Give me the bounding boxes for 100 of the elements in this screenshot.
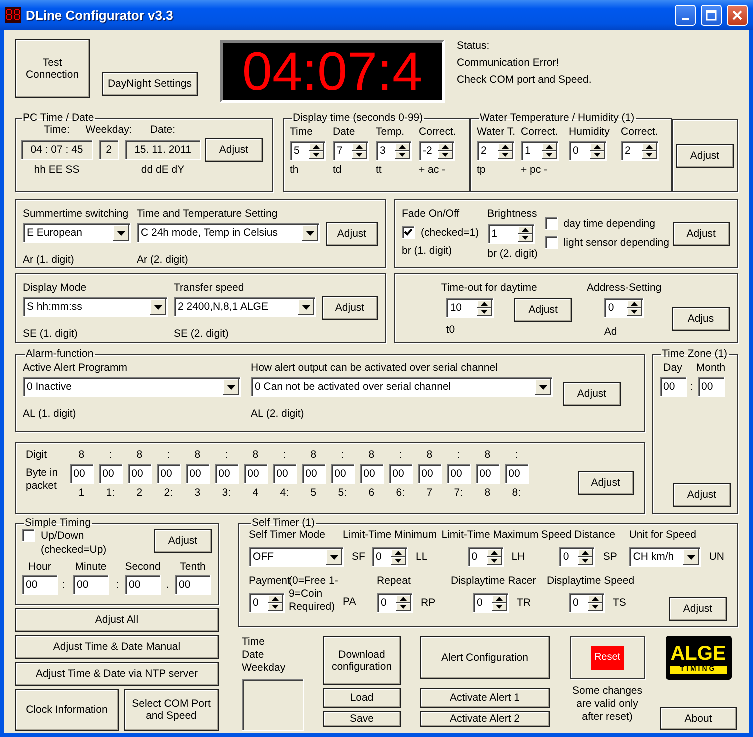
- byte-field[interactable]: 00: [302, 464, 326, 484]
- spin-field[interactable]: 1: [488, 224, 535, 244]
- month-field[interactable]: 00: [698, 377, 724, 397]
- spin-up-button[interactable]: [438, 143, 453, 151]
- spin-field[interactable]: 3: [376, 141, 412, 161]
- spin-field[interactable]: 0: [372, 547, 408, 567]
- dropdown[interactable]: 2 2400,N,8,1 ALGE: [174, 297, 316, 317]
- adjust-button[interactable]: Adjust: [514, 298, 572, 322]
- action-button[interactable]: Adjust Time & Date via NTP server: [15, 662, 219, 686]
- byte-field[interactable]: 00: [214, 464, 239, 484]
- day-field[interactable]: 00: [660, 377, 686, 397]
- byte-field[interactable]: 00: [446, 464, 471, 484]
- test-connection-button[interactable]: Test Connection: [15, 39, 90, 98]
- spin-field[interactable]: 0: [249, 593, 285, 613]
- spin-down-button[interactable]: [578, 557, 594, 565]
- spin-field[interactable]: 2: [621, 141, 659, 161]
- checkbox[interactable]: [544, 236, 558, 249]
- spin-up-button[interactable]: [578, 549, 594, 557]
- byte-field[interactable]: 00: [186, 464, 210, 484]
- spin-field[interactable]: 7: [333, 141, 369, 161]
- time-field[interactable]: 00: [125, 575, 161, 595]
- adjust-button[interactable]: Adjust: [154, 529, 212, 553]
- spin-down-button[interactable]: [542, 151, 557, 159]
- spin-up-button[interactable]: [518, 226, 533, 234]
- spin-down-button[interactable]: [396, 603, 411, 611]
- spin-up-button[interactable]: [492, 595, 507, 603]
- spin-up-button[interactable]: [391, 549, 406, 557]
- byte-field[interactable]: 00: [98, 464, 123, 484]
- adjust-button[interactable]: Adjust: [673, 483, 731, 507]
- spin-up-button[interactable]: [588, 595, 603, 603]
- byte-field[interactable]: 00: [128, 464, 152, 484]
- spin-up-button[interactable]: [627, 300, 642, 308]
- spin-field[interactable]: 0: [377, 593, 413, 613]
- checkbox[interactable]: [402, 226, 415, 239]
- spin-up-button[interactable]: [642, 143, 657, 151]
- byte-field[interactable]: 00: [418, 464, 442, 484]
- spin-field[interactable]: 0: [569, 141, 607, 161]
- time-field[interactable]: 00: [22, 575, 58, 595]
- spin-down-button[interactable]: [627, 308, 642, 316]
- spin-down-button[interactable]: [642, 151, 657, 159]
- byte-field[interactable]: 00: [70, 464, 94, 484]
- adjust-button[interactable]: Adjust: [669, 597, 727, 621]
- activate-alert-button[interactable]: Activate Alert 1: [420, 688, 550, 708]
- daynight-settings-button[interactable]: DayNight Settings: [102, 72, 198, 96]
- spin-up-button[interactable]: [395, 143, 410, 151]
- spin-down-button[interactable]: [588, 603, 603, 611]
- about-button[interactable]: About: [660, 707, 737, 730]
- spin-up-button[interactable]: [590, 143, 605, 151]
- load-button[interactable]: Load: [323, 688, 401, 708]
- byte-field[interactable]: 00: [360, 464, 384, 484]
- spin-down-button[interactable]: [268, 603, 283, 611]
- spin-up-button[interactable]: [498, 143, 513, 151]
- spin-field[interactable]: 0: [569, 593, 605, 613]
- adjust-button[interactable]: Adjust: [205, 138, 263, 162]
- spin-down-button[interactable]: [391, 557, 406, 565]
- spin-down-button[interactable]: [498, 151, 513, 159]
- spin-up-button[interactable]: [309, 143, 324, 151]
- spin-down-button[interactable]: [518, 234, 533, 242]
- spin-up-button[interactable]: [477, 300, 492, 308]
- dropdown[interactable]: 0 Can not be activated over serial channel: [251, 377, 553, 397]
- adjust-button[interactable]: Adjus: [672, 307, 730, 331]
- spin-field[interactable]: 5: [290, 141, 326, 161]
- spin-field[interactable]: 1: [521, 141, 559, 161]
- close-button[interactable]: [727, 4, 748, 26]
- dropdown[interactable]: CH km/h: [629, 547, 702, 567]
- adjust-button[interactable]: Adjust: [672, 222, 730, 246]
- checkbox[interactable]: [22, 529, 35, 542]
- spin-up-button[interactable]: [542, 143, 557, 151]
- adjust-button[interactable]: Adjust: [578, 471, 634, 495]
- spin-field[interactable]: -2: [419, 141, 455, 161]
- byte-field[interactable]: 00: [244, 464, 268, 484]
- adjust-button[interactable]: Adjust: [322, 296, 378, 320]
- spin-down-button[interactable]: [486, 557, 502, 565]
- checkbox[interactable]: [544, 217, 558, 230]
- action-button[interactable]: Adjust Time & Date Manual: [15, 635, 219, 659]
- byte-field[interactable]: 00: [388, 464, 413, 484]
- byte-field[interactable]: 00: [272, 464, 297, 484]
- spin-up-button[interactable]: [352, 143, 367, 151]
- spin-field[interactable]: 0: [604, 298, 644, 318]
- spin-field[interactable]: 2: [477, 141, 515, 161]
- byte-field[interactable]: 00: [504, 464, 529, 484]
- spin-down-button[interactable]: [477, 308, 492, 316]
- spin-field[interactable]: 0: [559, 547, 596, 567]
- alert-configuration-button[interactable]: Alert Configuration: [420, 636, 550, 679]
- action-button[interactable]: Adjust All: [15, 608, 219, 632]
- spin-field[interactable]: 0: [473, 593, 509, 613]
- clock-information-button[interactable]: Clock Information: [15, 689, 119, 731]
- reset-button[interactable]: Reset: [591, 646, 624, 670]
- save-button[interactable]: Save: [323, 711, 401, 727]
- time-field[interactable]: 00: [175, 575, 211, 595]
- spin-down-button[interactable]: [395, 151, 410, 159]
- spin-field[interactable]: 0: [468, 547, 504, 567]
- byte-field[interactable]: 00: [476, 464, 500, 484]
- select-com-port-button[interactable]: Select COM Port and Speed: [124, 689, 219, 731]
- spin-down-button[interactable]: [309, 151, 324, 159]
- time-field[interactable]: 00: [73, 575, 109, 595]
- spin-up-button[interactable]: [396, 595, 411, 603]
- spin-down-button[interactable]: [352, 151, 367, 159]
- dropdown[interactable]: OFF: [249, 547, 344, 567]
- spin-up-button[interactable]: [268, 595, 283, 603]
